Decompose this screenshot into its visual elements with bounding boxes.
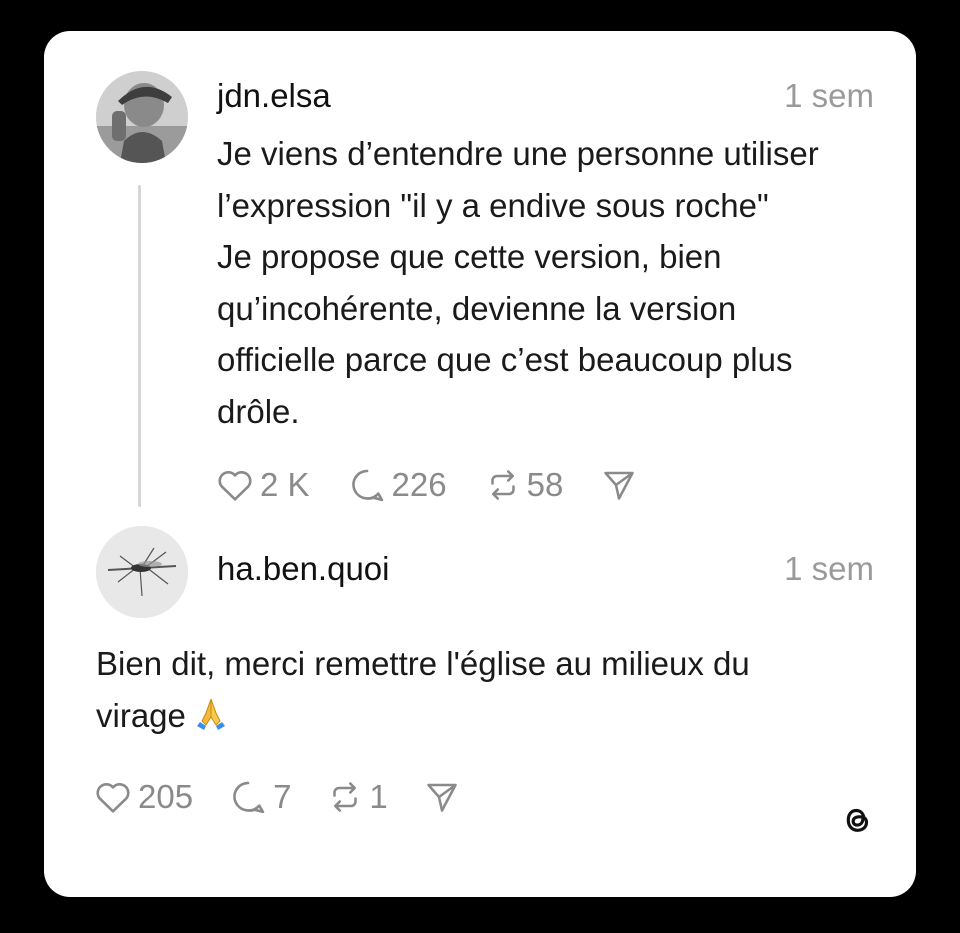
reply-timestamp: 1 sem	[784, 550, 874, 587]
comment-icon	[348, 467, 386, 503]
reply-text-line-2: virage	[96, 690, 876, 746]
repost-icon	[327, 779, 363, 815]
repost-button[interactable]: 58	[485, 466, 564, 504]
post-timestamp: 1 sem	[784, 77, 874, 114]
praying-hands-emoji	[194, 694, 228, 746]
reply-button[interactable]: 7	[229, 778, 291, 816]
reply-count: 7	[273, 778, 292, 815]
send-icon	[424, 779, 460, 815]
post-text: Je viens d’entendre une personne utilise…	[217, 128, 887, 437]
reply-actions: 205 7 1	[94, 777, 496, 817]
reply-text-line: Bien dit, merci remettre l'église au mil…	[96, 645, 750, 682]
post-text-line: Je propose que cette version, bien	[217, 238, 722, 275]
thread-line	[138, 185, 141, 507]
share-button[interactable]	[601, 467, 637, 503]
repost-count: 58	[526, 466, 564, 503]
share-button[interactable]	[424, 779, 460, 815]
post-username[interactable]: jdn.elsa	[217, 76, 331, 116]
like-count: 205	[138, 778, 194, 815]
heart-icon	[94, 780, 132, 814]
post-text-line: officielle parce que c’est beaucoup plus	[217, 341, 793, 378]
repost-count: 1	[369, 778, 388, 815]
avatar-jdn-elsa[interactable]	[96, 71, 188, 163]
post-card: jdn.elsa 1 sem Je viens d’entendre une p…	[44, 31, 916, 897]
like-count: 2 K	[260, 466, 310, 503]
repost-icon	[485, 467, 521, 503]
reply-count: 226	[391, 466, 447, 503]
avatar-ha-ben-quoi[interactable]	[96, 526, 188, 618]
reply-text: Bien dit, merci remettre l'église au mil…	[96, 638, 876, 745]
post-text-line: qu’incohérente, devienne la version	[217, 289, 737, 327]
post-text-line: Je viens d’entendre une personne utilise…	[217, 135, 819, 172]
post-text-line: drôle.	[217, 392, 300, 430]
comment-icon	[229, 779, 267, 815]
like-button[interactable]: 205	[94, 778, 193, 816]
repost-button[interactable]: 1	[327, 778, 388, 816]
reply-button[interactable]: 226	[348, 466, 447, 504]
post-actions: 2 K 226 58	[216, 465, 675, 505]
post-text-line: l’expression "il y a endive sous roche"	[217, 186, 769, 224]
threads-logo-icon	[838, 801, 876, 839]
send-icon	[601, 467, 637, 503]
heart-icon	[216, 468, 254, 502]
reply-text-line: virage	[96, 696, 186, 734]
like-button[interactable]: 2 K	[216, 466, 310, 504]
reply-username[interactable]: ha.ben.quoi	[217, 549, 390, 589]
